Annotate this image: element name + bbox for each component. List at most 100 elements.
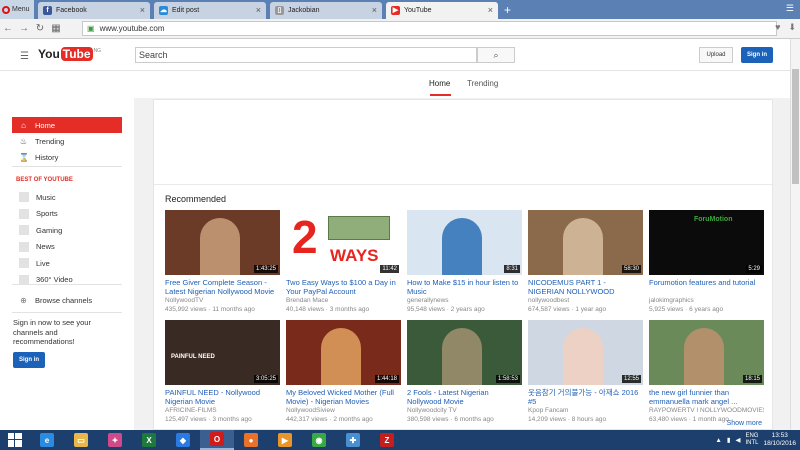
browser-tab[interactable]: ▶ YouTube × — [386, 2, 498, 19]
video-thumbnail[interactable]: 1:58:53 — [407, 320, 522, 385]
tab-home[interactable]: Home — [429, 79, 450, 88]
close-tab-icon[interactable]: × — [140, 5, 145, 15]
taskbar-app[interactable]: X — [132, 430, 166, 450]
video-thumbnail[interactable]: 2 WAYS 11:42 — [286, 210, 401, 275]
video-channel[interactable]: RAYPOWERTV I NOLLYWOODMOVIES — [649, 406, 764, 415]
video-thumbnail[interactable]: 1:44:18 — [286, 320, 401, 385]
video-title[interactable]: Free Giver Complete Season - Latest Nige… — [165, 278, 280, 296]
search-input[interactable]: Search — [135, 47, 477, 63]
close-tab-icon[interactable]: × — [488, 5, 493, 15]
reload-icon[interactable]: ↻ — [32, 23, 48, 34]
taskbar-app[interactable]: ◆ — [166, 430, 200, 450]
video-title[interactable]: 웃음참기 거의불가능 - 아재쇼 2016 #5 — [528, 388, 643, 406]
new-tab-button[interactable]: + — [504, 3, 511, 17]
bookmark-heart-icon[interactable]: ♥ — [775, 22, 780, 33]
video-thumbnail[interactable]: 1:43:25 — [165, 210, 280, 275]
scrollbar-thumb[interactable] — [792, 69, 799, 184]
speed-dial-grid-icon[interactable]: ▦ — [48, 23, 64, 34]
video-channel[interactable]: Kpop Fancam — [528, 406, 643, 415]
video-channel[interactable]: generallynews — [407, 296, 522, 305]
video-card[interactable]: 1:43:25 Free Giver Complete Season - Lat… — [165, 210, 280, 314]
video-card[interactable]: 58:30 NICODEMUS PART 1 - NIGERIAN NOLLYW… — [528, 210, 643, 314]
sidebar-item-best-of[interactable]: Sports — [12, 206, 122, 222]
tab-menu-icon[interactable]: ☰ — [786, 3, 794, 14]
video-card[interactable]: 8:31 How to Make $15 in hour listen to M… — [407, 210, 522, 314]
back-arrow-icon[interactable]: ← — [0, 23, 16, 34]
close-tab-icon[interactable]: × — [256, 5, 261, 15]
start-button[interactable] — [0, 430, 30, 450]
youtube-logo[interactable]: You Tube NG — [38, 47, 101, 61]
taskbar-app[interactable]: ▶ — [268, 430, 302, 450]
upload-button[interactable]: Upload — [699, 47, 733, 63]
video-duration: 5:29 — [746, 265, 762, 273]
sidebar-item-best-of[interactable]: Gaming — [12, 222, 122, 238]
video-thumbnail[interactable]: 12:55 — [528, 320, 643, 385]
sidebar-item-home[interactable]: ⌂ Home — [12, 117, 122, 133]
video-channel[interactable]: Brendan Mace — [286, 296, 401, 305]
video-card[interactable]: 12:55 웃음참기 거의불가능 - 아재쇼 2016 #5 Kpop Fanc… — [528, 320, 643, 424]
taskbar-app[interactable]: ✚ — [336, 430, 370, 450]
video-channel[interactable]: Nollywoodcity TV — [407, 406, 522, 415]
forward-arrow-icon[interactable]: → — [16, 23, 32, 34]
video-channel[interactable]: NollywoodTV — [165, 296, 280, 305]
taskbar-app[interactable]: ✦ — [98, 430, 132, 450]
video-title[interactable]: PAINFUL NEED - Nollywood Nigerian Movie — [165, 388, 280, 406]
video-title[interactable]: NICODEMUS PART 1 - NIGERIAN NOLLYWOOD CO… — [528, 278, 643, 296]
video-channel[interactable]: jalokimgraphics — [649, 296, 764, 305]
show-more-link[interactable]: Show more — [727, 420, 762, 427]
taskbar-app[interactable]: ● — [234, 430, 268, 450]
video-title[interactable]: the new girl funnier than emmanuella mar… — [649, 388, 764, 406]
tray-arrow-icon[interactable]: ▲ — [715, 437, 721, 444]
channel-placeholder-icon — [19, 241, 29, 252]
address-bar[interactable]: ▣ www.youtube.com — [82, 21, 777, 36]
channel-placeholder-icon — [19, 225, 29, 235]
language-indicator[interactable]: ENG INTL — [745, 433, 758, 447]
taskbar-app[interactable]: e — [30, 430, 64, 450]
tab-trending[interactable]: Trending — [467, 79, 498, 88]
search-button[interactable]: ⌕ — [477, 47, 515, 63]
browser-tab[interactable]: ▯ Jackobian × — [270, 2, 382, 19]
video-card[interactable]: PAINFUL NEED 3:05:25 PAINFUL NEED - Noll… — [165, 320, 280, 424]
video-card[interactable]: 1:44:18 My Beloved Wicked Mother (Full M… — [286, 320, 401, 424]
download-icon[interactable]: ⬇ — [788, 22, 796, 33]
video-channel[interactable]: NollywoodSiview — [286, 406, 401, 415]
sidebar-item-trending[interactable]: ♨ Trending — [12, 133, 122, 149]
video-title[interactable]: Two Easy Ways to $100 a Day in Your PayP… — [286, 278, 401, 296]
sidebar-signin-button[interactable]: Sign in — [13, 352, 45, 368]
taskbar-app[interactable]: Z — [370, 430, 404, 450]
video-title[interactable]: My Beloved Wicked Mother (Full Movie) - … — [286, 388, 401, 406]
opera-menu-button[interactable]: Menu — [0, 0, 34, 19]
browser-tab[interactable]: ☁ Edit post × — [154, 2, 266, 19]
video-card[interactable]: 2 WAYS 11:42 Two Easy Ways to $100 a Day… — [286, 210, 401, 314]
video-card[interactable]: ForuMotion 5:29 Forumotion features and … — [649, 210, 764, 314]
video-thumbnail[interactable]: ForuMotion 5:29 — [649, 210, 764, 275]
guide-menu-icon[interactable]: ☰ — [20, 51, 29, 62]
close-tab-icon[interactable]: × — [372, 5, 377, 15]
video-thumbnail[interactable]: 18:15 — [649, 320, 764, 385]
page-scrollbar[interactable] — [790, 39, 800, 430]
video-thumbnail[interactable]: 8:31 — [407, 210, 522, 275]
video-channel[interactable]: nollywoodbest — [528, 296, 643, 305]
signin-button[interactable]: Sign in — [741, 47, 773, 63]
sidebar-item-best-of[interactable]: Live — [12, 255, 122, 271]
network-icon[interactable]: ▮ — [727, 436, 731, 444]
sidebar-item-best-of[interactable]: 360° Video — [12, 272, 122, 288]
browse-channels-link[interactable]: ⊕ Browse channels — [12, 292, 122, 308]
sidebar-item-best-of[interactable]: News — [12, 239, 122, 255]
video-card[interactable]: 1:58:53 2 Fools - Latest Nigerian Nollyw… — [407, 320, 522, 424]
video-card[interactable]: 18:15 the new girl funnier than emmanuel… — [649, 320, 764, 424]
sidebar-item-best-of[interactable]: Music — [12, 189, 122, 205]
taskbar-app[interactable]: ◉ — [302, 430, 336, 450]
video-thumbnail[interactable]: PAINFUL NEED 3:05:25 — [165, 320, 280, 385]
video-thumbnail[interactable]: 58:30 — [528, 210, 643, 275]
taskbar-app[interactable]: O — [200, 430, 234, 450]
browser-tab[interactable]: f Facebook × — [38, 2, 150, 19]
system-clock[interactable]: 13:53 18/10/2016 — [763, 432, 796, 448]
taskbar-app[interactable]: ▭ — [64, 430, 98, 450]
video-title[interactable]: 2 Fools - Latest Nigerian Nollywood Movi… — [407, 388, 522, 406]
video-title[interactable]: Forumotion features and tutorial — [649, 278, 764, 296]
volume-icon[interactable]: ◀ — [735, 436, 740, 444]
video-channel[interactable]: AFRICINE-FILMS — [165, 406, 280, 415]
sidebar-item-history[interactable]: ⌛ History — [12, 149, 122, 165]
video-title[interactable]: How to Make $15 in hour listen to Music — [407, 278, 522, 296]
